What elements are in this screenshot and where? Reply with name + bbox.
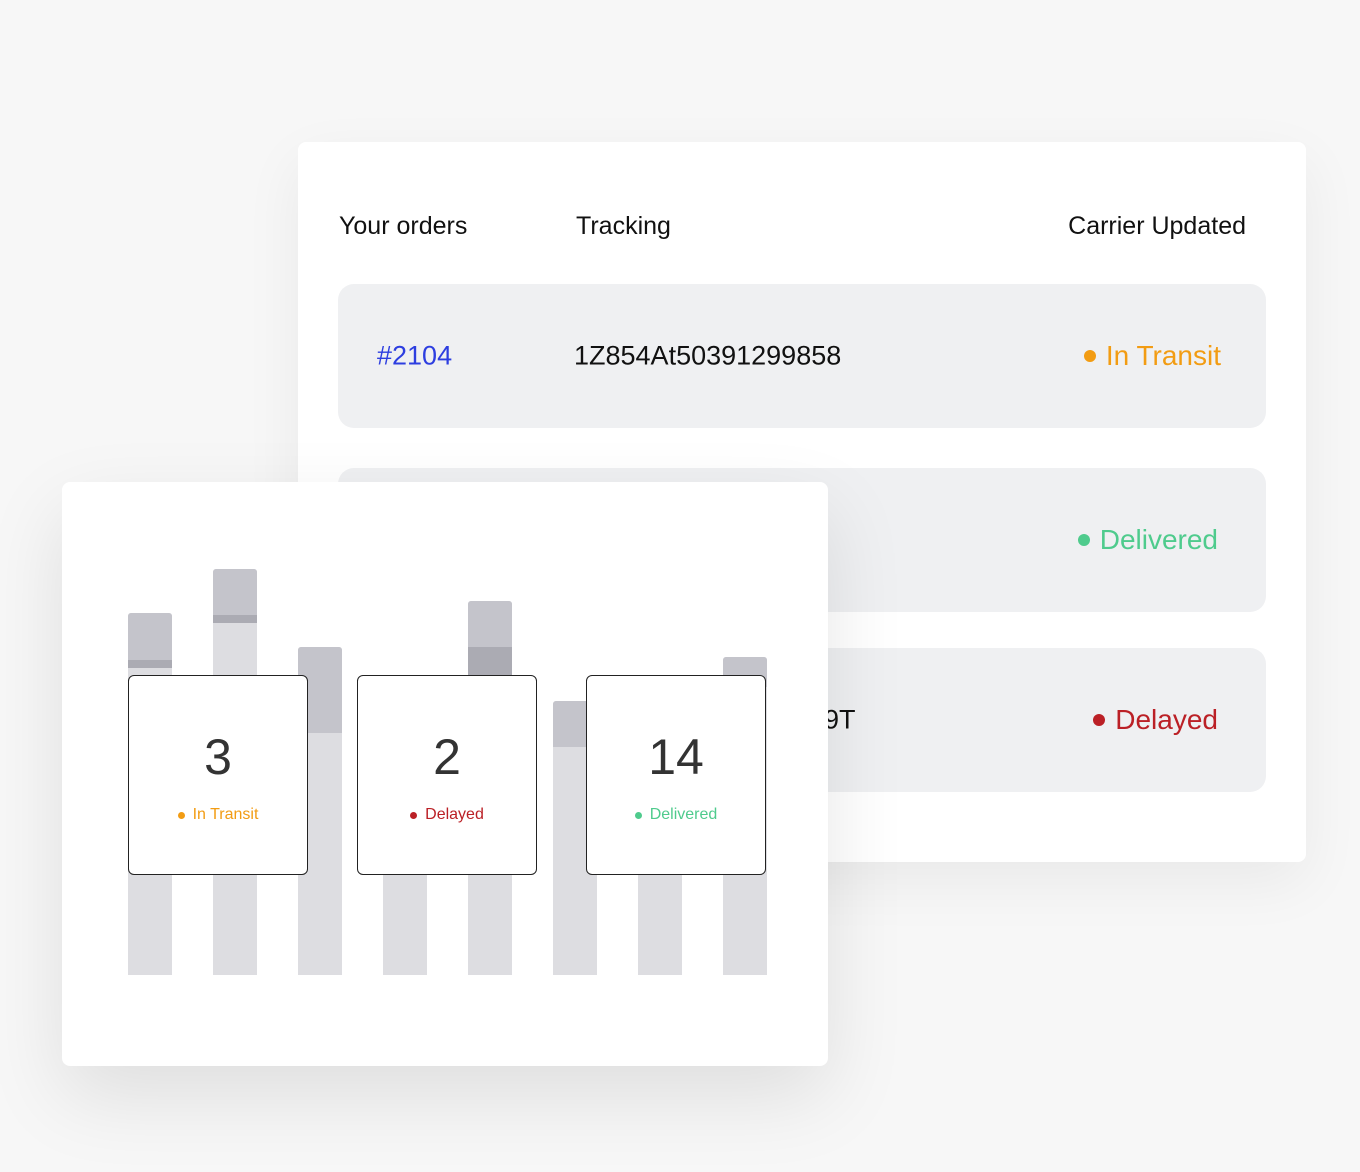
stat-label: Delayed xyxy=(358,806,536,824)
status-dot-icon xyxy=(1093,714,1106,726)
header-your-orders: Your orders xyxy=(339,212,468,240)
status-dot-icon xyxy=(177,811,185,819)
summary-chart-card: 3 In Transit 2 Delayed 14 Delivered xyxy=(62,482,828,1066)
tracking-number: 9T xyxy=(824,704,856,735)
stat-label-text: In Transit xyxy=(192,806,259,823)
status-label: In Transit xyxy=(1105,340,1221,371)
order-row[interactable]: #2104 1Z854At50391299858 In Transit xyxy=(338,284,1266,428)
stat-count: 2 xyxy=(433,729,461,785)
stat-label-text: Delivered xyxy=(649,806,718,823)
status-badge: In Transit xyxy=(1083,340,1221,372)
status-dot-icon xyxy=(1083,350,1096,362)
header-carrier-updated: Carrier Updated xyxy=(1068,212,1246,240)
status-dot-icon xyxy=(1077,534,1090,546)
status-dot-icon xyxy=(410,811,418,819)
stat-card-delivered[interactable]: 14 Delivered xyxy=(586,675,766,875)
stat-count: 3 xyxy=(204,729,232,785)
header-tracking: Tracking xyxy=(576,212,671,240)
stat-label: Delivered xyxy=(587,806,765,824)
stat-card-in-transit[interactable]: 3 In Transit xyxy=(128,675,308,875)
stat-label: In Transit xyxy=(129,806,307,824)
tracking-number: 1Z854At50391299858 xyxy=(574,340,842,371)
status-label: Delayed xyxy=(1115,704,1218,735)
status-dot-icon xyxy=(634,811,642,819)
stat-count: 14 xyxy=(648,729,704,785)
stat-label-text: Delayed xyxy=(425,806,484,823)
status-badge: Delayed xyxy=(1093,704,1218,736)
order-number-link[interactable]: #2104 xyxy=(377,341,452,372)
status-badge: Delivered xyxy=(1077,524,1218,556)
stat-card-delayed[interactable]: 2 Delayed xyxy=(357,675,537,875)
status-label: Delivered xyxy=(1099,524,1218,555)
